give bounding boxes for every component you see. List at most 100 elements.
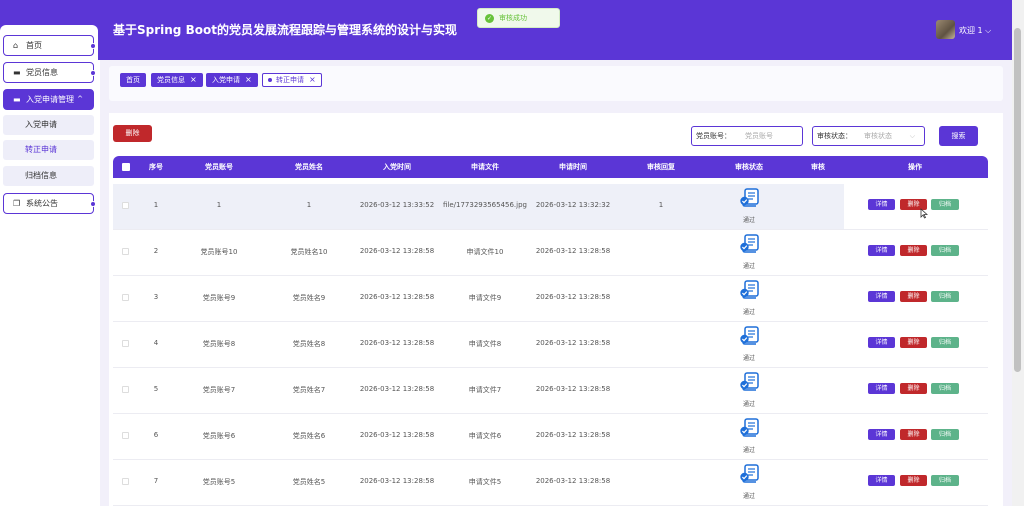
row-checkbox[interactable] <box>122 248 129 255</box>
cell-status: 通过 <box>742 447 756 454</box>
status-select-value[interactable]: 审核状态 <box>864 131 892 141</box>
archive-button[interactable]: 归档 <box>931 383 959 394</box>
success-toast: ✓ 审核成功 <box>477 8 560 28</box>
approved-document-icon <box>739 464 760 484</box>
cell-apply-time: 2026-03-12 13:32:32 <box>535 201 611 209</box>
col-header-join-time: 入党时间 <box>383 163 411 171</box>
cell-account: 党员账号9 <box>202 294 236 302</box>
cell-status: 通过 <box>742 493 756 500</box>
sidebar-item-home[interactable]: ⌂ 首页 <box>3 35 96 56</box>
row-checkbox[interactable] <box>122 478 129 485</box>
batch-delete-button[interactable]: 删除 <box>113 125 152 142</box>
col-header-apply-time: 申请时间 <box>559 163 587 171</box>
col-header-name: 党员姓名 <box>295 163 323 171</box>
cell-account: 1 <box>216 201 222 209</box>
table-header <box>113 156 988 178</box>
avatar[interactable] <box>936 20 955 39</box>
cell-apply-time: 2026-03-12 13:28:58 <box>535 385 611 393</box>
delete-button[interactable]: 删除 <box>900 475 927 486</box>
cell-name: 党员姓名9 <box>292 294 326 302</box>
row-checkbox[interactable] <box>122 432 129 439</box>
approved-document-icon <box>739 234 760 254</box>
close-icon[interactable]: × <box>190 75 197 84</box>
sidebar-subitem-regularization[interactable]: 转正申请 <box>3 140 94 160</box>
status-select[interactable]: 审核状态： 审核状态 ⌵ <box>812 126 925 146</box>
archive-button[interactable]: 归档 <box>931 337 959 348</box>
indicator-dot <box>90 201 96 207</box>
archive-button[interactable]: 归档 <box>931 245 959 256</box>
indicator-dot <box>90 70 96 76</box>
sidebar-item-label: 入党申请管理 <box>26 95 74 104</box>
cell-join-time: 2026-03-12 13:28:58 <box>359 385 435 393</box>
mouse-cursor-icon <box>920 208 928 219</box>
delete-button[interactable]: 删除 <box>900 291 927 302</box>
detail-button[interactable]: 详情 <box>868 337 895 348</box>
delete-button[interactable]: 删除 <box>900 337 927 348</box>
tab-home[interactable]: 首页 <box>120 73 146 87</box>
approved-document-icon <box>739 372 760 392</box>
cell-account: 党员账号5 <box>202 478 236 486</box>
sidebar-subitem-join-application[interactable]: 入党申请 <box>3 115 94 135</box>
account-search-field[interactable]: 党员账号： 党员账号 <box>691 126 803 146</box>
cell-account: 党员账号6 <box>202 432 236 440</box>
archive-button[interactable]: 归档 <box>931 199 959 210</box>
col-header-file: 申请文件 <box>471 163 499 171</box>
cell-file: 申请文件6 <box>468 432 502 440</box>
sidebar-subitem-archive[interactable]: 归档信息 <box>3 166 94 186</box>
row-checkbox[interactable] <box>122 202 129 209</box>
cell-no: 5 <box>153 385 159 393</box>
sidebar-item-label: 首页 <box>26 41 42 50</box>
delete-button[interactable]: 删除 <box>900 429 927 440</box>
sidebar-item-announcements[interactable]: ❐ 系统公告 <box>3 193 96 214</box>
cell-account: 党员账号8 <box>202 340 236 348</box>
detail-button[interactable]: 详情 <box>868 291 895 302</box>
row-checkbox[interactable] <box>122 294 129 301</box>
detail-button[interactable]: 详情 <box>868 429 895 440</box>
chevron-up-icon: ^ <box>77 95 83 103</box>
detail-button[interactable]: 详情 <box>868 199 895 210</box>
detail-button[interactable]: 详情 <box>868 383 895 394</box>
detail-button[interactable]: 详情 <box>868 475 895 486</box>
tab-label: 党员信息 <box>157 76 185 84</box>
approved-document-icon <box>739 280 760 300</box>
home-icon: ⌂ <box>13 41 19 50</box>
archive-button[interactable]: 归档 <box>931 291 959 302</box>
sidebar-item-label: 系统公告 <box>26 199 58 208</box>
cell-apply-time: 2026-03-12 13:28:58 <box>535 431 611 439</box>
cell-file: 申请文件9 <box>468 294 502 302</box>
tab-label: 转正申请 <box>276 76 304 84</box>
cell-join-time: 2026-03-12 13:28:58 <box>359 339 435 347</box>
tab-join-application[interactable]: 入党申请 × <box>206 73 258 87</box>
cell-file: 申请文件10 <box>466 248 504 256</box>
row-checkbox[interactable] <box>122 340 129 347</box>
cell-file: 申请文件7 <box>468 386 502 394</box>
search-button[interactable]: 搜索 <box>939 126 978 146</box>
delete-button[interactable]: 删除 <box>900 245 927 256</box>
cell-status: 通过 <box>742 355 756 362</box>
sidebar-item-application-management[interactable]: ▬ 入党申请管理 ^ <box>3 89 94 110</box>
scrollbar-thumb[interactable] <box>1014 28 1021 372</box>
select-all-checkbox[interactable] <box>122 163 130 171</box>
toast-text: 审核成功 <box>499 14 527 22</box>
col-header-no: 序号 <box>149 163 163 171</box>
approved-document-icon <box>739 188 760 208</box>
archive-button[interactable]: 归档 <box>931 475 959 486</box>
tab-regularization[interactable]: 转正申请 × <box>262 73 322 87</box>
cell-account: 党员账号7 <box>202 386 236 394</box>
delete-button[interactable]: 删除 <box>900 383 927 394</box>
close-icon[interactable]: × <box>309 75 316 84</box>
cell-apply-time: 2026-03-12 13:28:58 <box>535 339 611 347</box>
approved-document-icon <box>739 418 760 438</box>
folder-icon: ▬ <box>13 95 21 104</box>
account-input[interactable]: 党员账号 <box>745 131 773 141</box>
page-title: 基于Spring Boot的党员发展流程跟踪与管理系统的设计与实现 <box>113 23 457 37</box>
close-icon[interactable]: × <box>245 75 252 84</box>
detail-button[interactable]: 详情 <box>868 245 895 256</box>
row-checkbox[interactable] <box>122 386 129 393</box>
archive-button[interactable]: 归档 <box>931 429 959 440</box>
cell-apply-time: 2026-03-12 13:28:58 <box>535 477 611 485</box>
tab-member-info[interactable]: 党员信息 × <box>151 73 203 87</box>
sidebar-item-member-info[interactable]: ▬ 党员信息 <box>3 62 96 83</box>
active-dot-icon <box>268 78 272 82</box>
user-menu[interactable]: 欢迎 1 ⌵ <box>959 25 991 36</box>
